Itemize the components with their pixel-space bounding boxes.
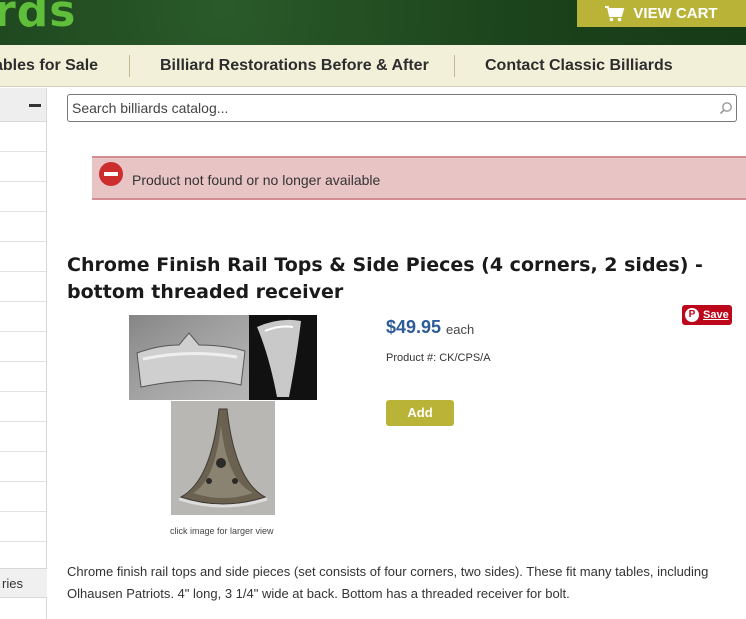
- view-cart-button[interactable]: VIEW CART: [577, 0, 746, 27]
- sidebar-item[interactable]: [0, 272, 46, 302]
- product-sku: Product #: CK/CPS/A: [386, 352, 491, 364]
- nav-billiard-restorations[interactable]: Billiard Restorations Before & After: [160, 45, 429, 87]
- product-price: $49.95: [386, 317, 442, 337]
- collapse-icon[interactable]: [29, 104, 41, 107]
- sidebar-item[interactable]: [0, 182, 46, 212]
- sidebar-item[interactable]: [0, 362, 46, 392]
- product-image-top[interactable]: [129, 315, 317, 400]
- price-unit: each: [446, 322, 475, 337]
- sidebar-item[interactable]: [0, 332, 46, 362]
- product-title: Chrome Finish Rail Tops & Side Pieces (4…: [67, 254, 703, 303]
- nav-tables-for-sale[interactable]: ables for Sale: [0, 45, 98, 87]
- main-nav: ables for Sale Billiard Restorations Bef…: [0, 45, 746, 87]
- nav-divider: [454, 55, 455, 77]
- site-logo[interactable]: rds: [0, 0, 76, 37]
- pinterest-save-label: Save: [703, 309, 729, 321]
- sidebar-item[interactable]: [0, 422, 46, 452]
- sidebar-item[interactable]: [0, 392, 46, 422]
- cart-icon: [605, 5, 625, 21]
- pinterest-icon: P: [685, 308, 699, 322]
- no-entry-icon: [99, 162, 123, 186]
- product-description: Chrome finish rail tops and side pieces …: [67, 564, 709, 601]
- add-to-cart-button[interactable]: Add: [386, 400, 454, 426]
- nav-contact[interactable]: Contact Classic Billiards: [485, 45, 673, 87]
- sidebar-item[interactable]: [0, 452, 46, 482]
- category-sidebar: ries: [0, 88, 47, 619]
- sidebar-item[interactable]: [0, 512, 46, 542]
- site-header: rds VIEW CART: [0, 0, 746, 45]
- sidebar-item[interactable]: [0, 482, 46, 512]
- sidebar-item[interactable]: [0, 212, 46, 242]
- sidebar-item[interactable]: [0, 122, 46, 152]
- sidebar-header[interactable]: [0, 88, 46, 122]
- sidebar-item[interactable]: [0, 302, 46, 332]
- search-input[interactable]: [68, 95, 688, 121]
- sidebar-item[interactable]: [0, 242, 46, 272]
- search-box: [67, 94, 737, 122]
- nav-divider: [129, 55, 130, 77]
- sidebar-categories-link[interactable]: ries: [0, 568, 47, 598]
- error-alert: Product not found or no longer available: [92, 156, 746, 200]
- pinterest-save-button[interactable]: P Save: [682, 305, 732, 325]
- search-icon[interactable]: [719, 101, 733, 115]
- image-caption: click image for larger view: [170, 526, 274, 536]
- view-cart-label: VIEW CART: [633, 5, 718, 22]
- alert-message: Product not found or no longer available: [132, 172, 381, 188]
- sidebar-item[interactable]: [0, 152, 46, 182]
- product-image-bottom[interactable]: [171, 401, 275, 515]
